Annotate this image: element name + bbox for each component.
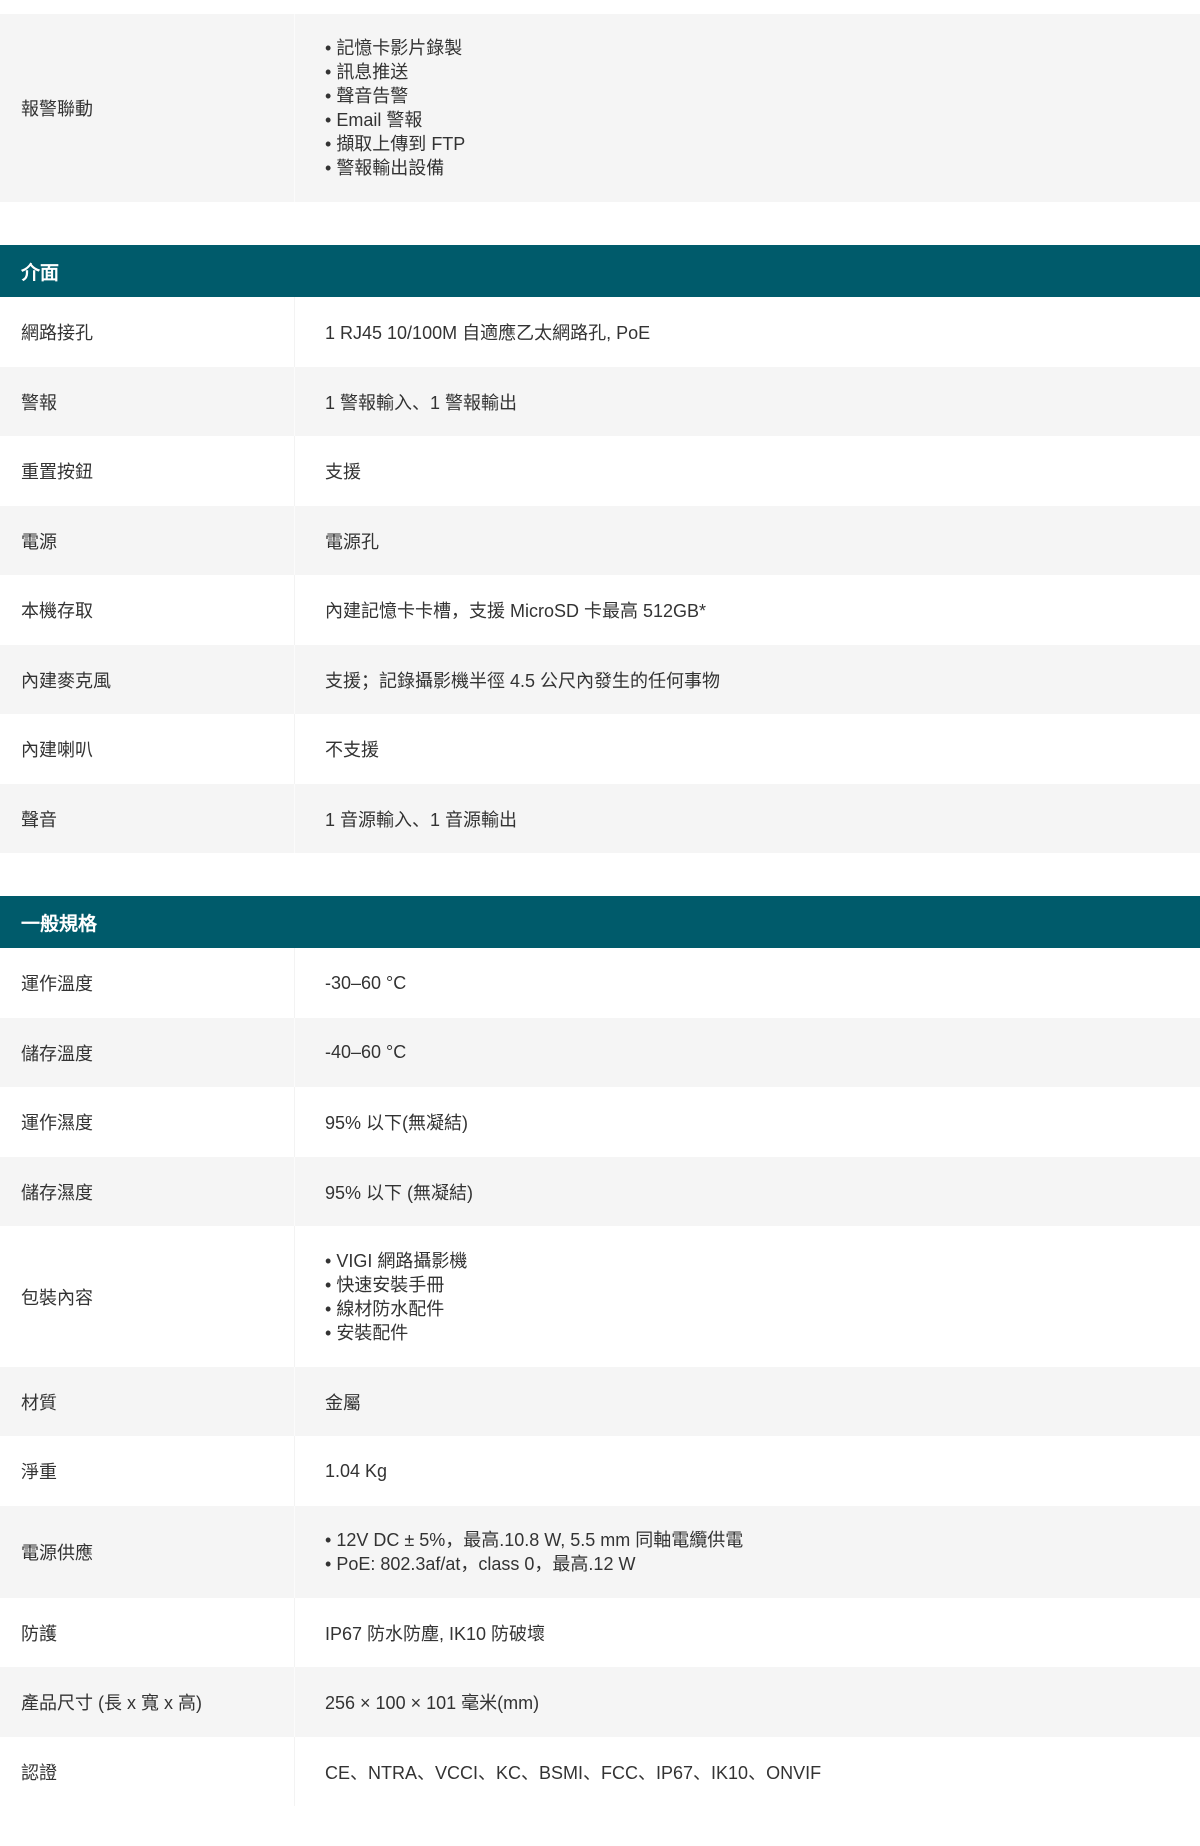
spec-label: 內建喇叭 [21, 740, 93, 760]
spec-label: 電源供應 [21, 1543, 93, 1563]
spec-label: 電源 [21, 531, 57, 552]
spec-value: -40–60 °C [294, 1018, 1200, 1087]
spec-row: 儲存溫度 -40–60 °C [0, 1018, 1200, 1087]
spec-label: 防護 [21, 1623, 57, 1644]
spec-label: 淨重 [21, 1462, 57, 1482]
spec-row: 聲音 1 音源輸入、1 音源輸出 [0, 784, 1200, 853]
list-item: • 12V DC ± 5%，最高.10.8 W, 5.5 mm 同軸電纜供電 [325, 1530, 744, 1550]
spec-value: 1 音源輸入、1 音源輸出 [294, 784, 1200, 853]
spec-value-list: • 記憶卡影片錄製 • 訊息推送 • 聲音告警 • Email 警報 • 擷取上… [294, 14, 1200, 202]
spec-row-power-supply: 電源供應 • 12V DC ± 5%，最高.10.8 W, 5.5 mm 同軸電… [0, 1506, 1200, 1598]
spec-value: CE、NTRA、VCCI、KC、BSMI、FCC、IP67、IK10、ONVIF [294, 1737, 1200, 1806]
spec-value: 95% 以下(無凝結) [294, 1087, 1200, 1157]
spec-row: 本機存取 內建記憶卡卡槽，支援 MicroSD 卡最高 512GB* [0, 575, 1200, 645]
spec-row: 儲存濕度 95% 以下 (無凝結) [0, 1157, 1200, 1226]
list-item: • Email 警報 [325, 110, 423, 130]
spec-label: 認證 [21, 1762, 57, 1783]
spec-label: 網路接孔 [21, 323, 93, 343]
section-header-general: 一般規格 [0, 896, 1200, 948]
spec-label: 聲音 [21, 809, 57, 830]
spec-row: 材質 金屬 [0, 1367, 1200, 1436]
spec-value: 不支援 [294, 714, 1200, 784]
spec-page: 報警聯動 • 記憶卡影片錄製 • 訊息推送 • 聲音告警 • Email 警報 … [0, 0, 1200, 1846]
spec-row-alarm-linkage: 報警聯動 • 記憶卡影片錄製 • 訊息推送 • 聲音告警 • Email 警報 … [0, 14, 1200, 202]
spec-value: 電源孔 [294, 506, 1200, 575]
spec-row: 內建麥克風 支援；記錄攝影機半徑 4.5 公尺內發生的任何事物 [0, 645, 1200, 714]
spec-value: 1 RJ45 10/100M 自適應乙太網路孔, PoE [294, 297, 1200, 367]
spec-row: 內建喇叭 不支援 [0, 714, 1200, 784]
list-item: • 訊息推送 [325, 62, 409, 82]
spec-row: 運作溫度 -30–60 °C [0, 948, 1200, 1018]
spec-row: 網路接孔 1 RJ45 10/100M 自適應乙太網路孔, PoE [0, 297, 1200, 367]
spec-label: 警報 [21, 392, 57, 413]
list-item: • 聲音告警 [325, 86, 409, 106]
spec-value: 支援 [294, 436, 1200, 506]
spec-label: 報警聯動 [21, 99, 93, 119]
spec-row: 認證 CE、NTRA、VCCI、KC、BSMI、FCC、IP67、IK10、ON… [0, 1737, 1200, 1806]
spec-value-list: • VIGI 網路攝影機 • 快速安裝手冊 • 線材防水配件 • 安裝配件 [294, 1226, 1200, 1367]
spec-value-list: • 12V DC ± 5%，最高.10.8 W, 5.5 mm 同軸電纜供電 •… [294, 1506, 1200, 1598]
list-item: • PoE: 802.3af/at，class 0，最高.12 W [325, 1554, 636, 1574]
list-item: • 線材防水配件 [325, 1298, 445, 1319]
spec-row: 重置按鈕 支援 [0, 436, 1200, 506]
spec-value: 1 警報輸入、1 警報輸出 [294, 367, 1200, 436]
spec-label: 儲存濕度 [21, 1182, 93, 1203]
spec-row: 防護 IP67 防水防塵, IK10 防破壞 [0, 1598, 1200, 1667]
spec-row: 警報 1 警報輸入、1 警報輸出 [0, 367, 1200, 436]
list-item: • 快速安裝手冊 [325, 1274, 445, 1295]
spec-value: 95% 以下 (無凝結) [294, 1157, 1200, 1226]
spec-label: 運作濕度 [21, 1113, 93, 1133]
list-item: • 安裝配件 [325, 1322, 409, 1343]
list-item: • 記憶卡影片錄製 [325, 38, 463, 58]
spec-row: 電源 電源孔 [0, 506, 1200, 575]
spec-row: 運作濕度 95% 以下(無凝結) [0, 1087, 1200, 1157]
spec-value: 內建記憶卡卡槽，支援 MicroSD 卡最高 512GB* [294, 575, 1200, 645]
spec-label: 包裝內容 [21, 1287, 93, 1308]
section-header-interface: 介面 [0, 245, 1200, 297]
spec-label: 材質 [21, 1392, 57, 1413]
spec-row: 淨重 1.04 Kg [0, 1436, 1200, 1506]
spec-label: 運作溫度 [21, 974, 93, 994]
list-item: • 擷取上傳到 FTP [325, 134, 466, 154]
spec-value: 金屬 [294, 1367, 1200, 1436]
spec-label: 產品尺寸 (長 x 寬 x 高) [21, 1693, 202, 1713]
spec-value: IP67 防水防塵, IK10 防破壞 [294, 1598, 1200, 1667]
spec-value: 256 × 100 × 101 毫米(mm) [294, 1667, 1200, 1737]
spec-label: 本機存取 [21, 601, 93, 621]
spec-row: 產品尺寸 (長 x 寬 x 高) 256 × 100 × 101 毫米(mm) [0, 1667, 1200, 1737]
list-item: • 警報輸出設備 [325, 158, 445, 178]
spec-label: 重置按鈕 [21, 462, 93, 482]
top-spacer [0, 0, 1200, 14]
spec-label: 內建麥克風 [21, 670, 111, 691]
spec-label: 儲存溫度 [21, 1043, 93, 1064]
spec-value: -30–60 °C [294, 948, 1200, 1018]
spec-value: 支援；記錄攝影機半徑 4.5 公尺內發生的任何事物 [294, 645, 1200, 714]
list-item: • VIGI 網路攝影機 [325, 1250, 468, 1271]
spec-row-package-contents: 包裝內容 • VIGI 網路攝影機 • 快速安裝手冊 • 線材防水配件 • 安裝… [0, 1226, 1200, 1367]
spec-value: 1.04 Kg [294, 1436, 1200, 1506]
